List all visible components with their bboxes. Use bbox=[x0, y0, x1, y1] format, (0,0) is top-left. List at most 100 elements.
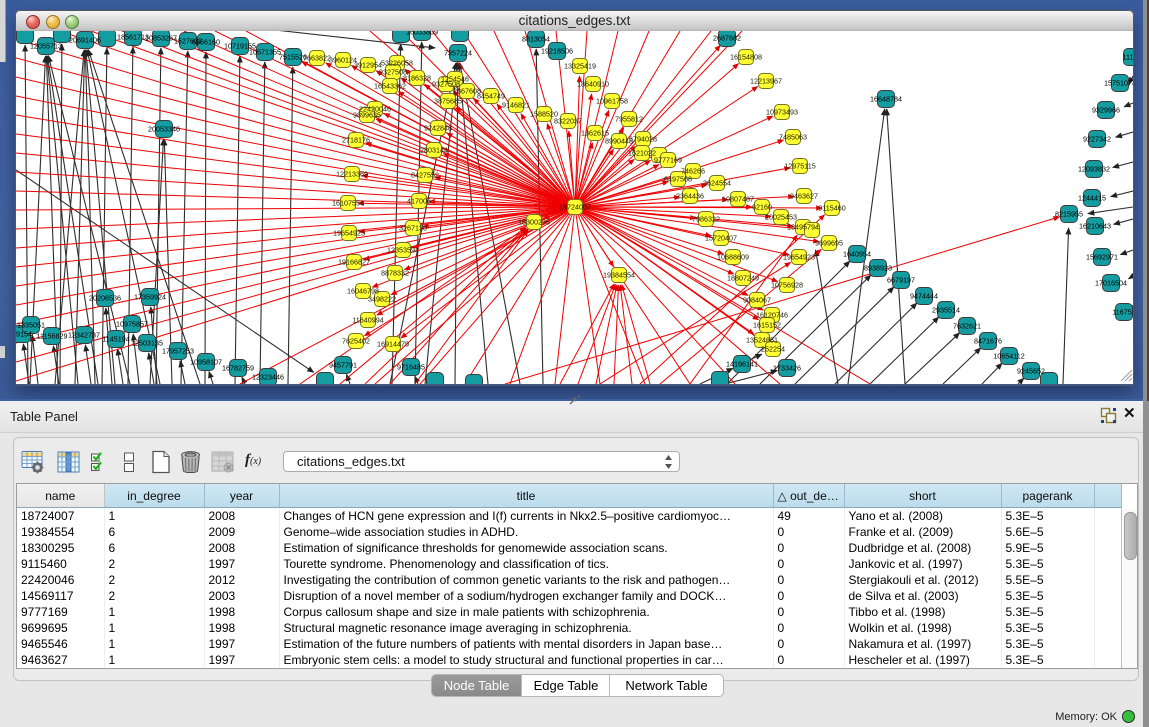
svg-text:16120746: 16120746 bbox=[756, 310, 788, 319]
svg-text:2364436: 2364436 bbox=[676, 191, 704, 200]
svg-text:17359924: 17359924 bbox=[134, 292, 166, 301]
svg-text:10973493: 10973493 bbox=[766, 107, 798, 116]
svg-text:9899635: 9899635 bbox=[353, 110, 381, 119]
svg-text:18807249: 18807249 bbox=[727, 273, 759, 282]
svg-text:15751074: 15751074 bbox=[1104, 78, 1133, 87]
svg-text:12353594: 12353594 bbox=[387, 245, 419, 254]
svg-text:746266: 746266 bbox=[681, 166, 705, 175]
svg-text:6497568: 6497568 bbox=[664, 174, 692, 183]
svg-text:1640954: 1640954 bbox=[843, 249, 871, 258]
svg-text:7632621: 7632621 bbox=[953, 321, 981, 330]
svg-text:20206536: 20206536 bbox=[89, 293, 121, 302]
svg-text:10671355: 10671355 bbox=[249, 47, 281, 56]
svg-text:16033809: 16033809 bbox=[406, 31, 438, 36]
svg-text:10853267: 10853267 bbox=[145, 33, 177, 42]
svg-text:19166827: 19166827 bbox=[338, 257, 370, 266]
svg-text:2687682: 2687682 bbox=[713, 33, 741, 42]
svg-text:15720407: 15720407 bbox=[705, 233, 737, 242]
svg-text:9463627: 9463627 bbox=[790, 191, 818, 200]
svg-text:53226058: 53226058 bbox=[381, 58, 413, 67]
svg-text:3912954: 3912954 bbox=[354, 60, 382, 69]
svg-text:6966160: 6966160 bbox=[192, 37, 220, 46]
svg-text:1254546: 1254546 bbox=[441, 74, 469, 83]
svg-text:8878332: 8878332 bbox=[381, 268, 409, 277]
svg-text:116753: 116753 bbox=[1112, 307, 1133, 316]
svg-text:3960124: 3960124 bbox=[329, 55, 357, 64]
svg-text:17016504: 17016504 bbox=[1095, 278, 1127, 287]
svg-text:8215955: 8215955 bbox=[1055, 209, 1083, 218]
svg-text:9777169: 9777169 bbox=[654, 155, 682, 164]
svg-text:1733426: 1733426 bbox=[773, 363, 801, 372]
svg-text:8471676: 8471676 bbox=[974, 336, 1002, 345]
svg-text:12503135: 12503135 bbox=[131, 338, 163, 347]
svg-text:20053346: 20053346 bbox=[148, 124, 180, 133]
svg-text:10961758: 10961758 bbox=[596, 96, 628, 105]
svg-text:16648784: 16648784 bbox=[870, 94, 902, 103]
svg-text:18495794: 18495794 bbox=[787, 222, 819, 231]
svg-text:13325419: 13325419 bbox=[564, 61, 596, 70]
svg-text:1615152: 1615152 bbox=[753, 320, 781, 329]
svg-text:18640910: 18640910 bbox=[577, 79, 609, 88]
svg-text:1335051: 1335051 bbox=[17, 320, 45, 329]
svg-text:16154808: 16154808 bbox=[730, 52, 762, 61]
svg-text:2935514: 2935514 bbox=[932, 305, 960, 314]
svg-text:9699695: 9699695 bbox=[815, 238, 843, 247]
svg-text:9329966: 9329966 bbox=[1092, 105, 1120, 114]
svg-text:1244415: 1244415 bbox=[1078, 193, 1106, 202]
svg-text:2803144: 2803144 bbox=[420, 145, 448, 154]
svg-text:10807487: 10807487 bbox=[722, 194, 754, 203]
svg-text:9115460: 9115460 bbox=[818, 203, 845, 212]
svg-text:16107554: 16107554 bbox=[332, 198, 364, 207]
svg-text:8454749: 8454749 bbox=[477, 91, 505, 100]
svg-text:1621022: 1621022 bbox=[628, 148, 656, 157]
svg-text:12342737: 12342737 bbox=[68, 330, 100, 339]
svg-text:12213369: 12213369 bbox=[336, 169, 368, 178]
svg-text:10958107: 10958107 bbox=[190, 357, 222, 366]
svg-text:12093832: 12093832 bbox=[1078, 164, 1110, 173]
svg-text:9227342: 9227342 bbox=[1083, 134, 1111, 143]
svg-text:16914479: 16914479 bbox=[377, 339, 409, 348]
svg-text:6794028: 6794028 bbox=[629, 134, 657, 143]
svg-text:7625402: 7625402 bbox=[342, 336, 370, 345]
svg-text:19218506: 19218506 bbox=[541, 46, 573, 55]
svg-text:16210643: 16210643 bbox=[1079, 221, 1111, 230]
svg-text:9457791: 9457791 bbox=[329, 360, 357, 369]
svg-text:9242848: 9242848 bbox=[424, 123, 452, 132]
svg-text:18300295: 18300295 bbox=[518, 217, 550, 226]
svg-text:13524851: 13524851 bbox=[746, 335, 778, 344]
svg-text:3875685: 3875685 bbox=[434, 96, 462, 105]
svg-text:16543362: 16543362 bbox=[374, 81, 406, 90]
svg-text:10025453: 10025453 bbox=[765, 212, 797, 221]
svg-text:20691406: 20691406 bbox=[69, 35, 101, 44]
svg-text:62160: 62160 bbox=[752, 202, 772, 211]
svg-text:12975115: 12975115 bbox=[784, 161, 815, 170]
svg-text:12213967: 12213967 bbox=[750, 76, 782, 85]
svg-text:10654112: 10654112 bbox=[993, 351, 1024, 360]
svg-text:15692971: 15692971 bbox=[1086, 252, 1118, 261]
svg-text:18724007: 18724007 bbox=[559, 202, 591, 211]
svg-text:6679197: 6679197 bbox=[887, 275, 915, 284]
svg-text:8186328: 8186328 bbox=[403, 73, 431, 82]
svg-text:12323446: 12323446 bbox=[252, 372, 284, 381]
svg-text:8813054: 8813054 bbox=[522, 34, 550, 43]
svg-text:7986322: 7986322 bbox=[692, 214, 720, 223]
svg-text:7357224: 7357224 bbox=[444, 48, 472, 57]
svg-text:3267130: 3267130 bbox=[399, 223, 427, 232]
svg-text:7485063: 7485063 bbox=[779, 132, 807, 141]
svg-text:2718176: 2718176 bbox=[342, 135, 370, 144]
svg-text:7663822: 7663822 bbox=[303, 53, 331, 62]
svg-text:1145194: 1145194 bbox=[102, 334, 129, 343]
svg-text:10688609: 10688609 bbox=[717, 252, 749, 261]
svg-text:39154: 39154 bbox=[16, 329, 32, 338]
svg-text:8938923: 8938923 bbox=[864, 263, 892, 272]
svg-text:8322037: 8322037 bbox=[554, 116, 582, 125]
svg-text:3624554: 3624554 bbox=[703, 178, 731, 187]
svg-text:9146821: 9146821 bbox=[502, 100, 530, 109]
svg-text:252254: 252254 bbox=[761, 344, 785, 353]
svg-text:7955812: 7955812 bbox=[615, 114, 643, 123]
svg-text:11123: 11123 bbox=[1123, 52, 1133, 61]
svg-text:11640994: 11640994 bbox=[352, 315, 383, 324]
svg-text:417006: 417006 bbox=[407, 196, 431, 205]
svg-text:12055713: 12055713 bbox=[30, 41, 62, 50]
svg-text:11156829: 11156829 bbox=[37, 331, 68, 340]
